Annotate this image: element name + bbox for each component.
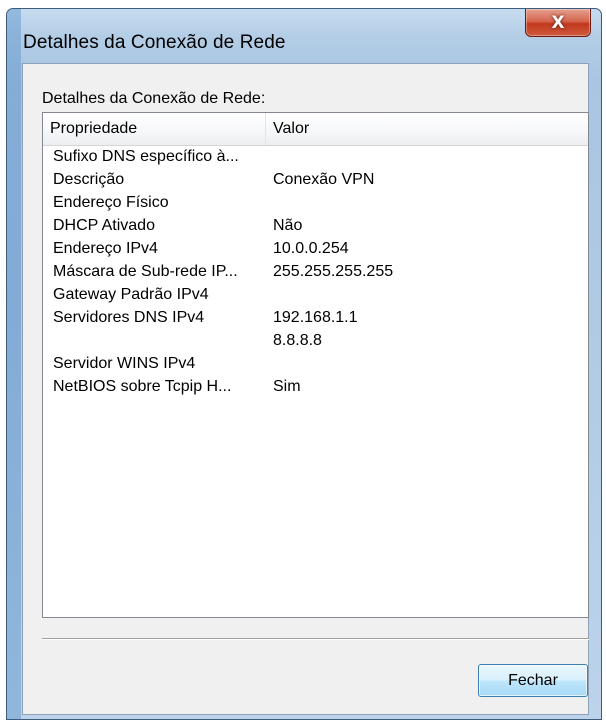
list-row[interactable]: Servidores DNS IPv4 192.168.1.1 (43, 306, 588, 329)
property-cell: Descrição (53, 171, 125, 188)
value-cell: Não (273, 217, 303, 234)
list-row[interactable]: Máscara de Sub-rede IP... 255.255.255.25… (43, 260, 588, 283)
value-cell: 192.168.1.1 (273, 309, 358, 326)
property-cell: Gateway Padrão IPv4 (53, 286, 209, 303)
dialog-window: Detalhes da Conexão de Rede X Detalhes d… (6, 8, 602, 720)
list-row[interactable]: Gateway Padrão IPv4 (43, 283, 588, 306)
list-row[interactable]: NetBIOS sobre Tcpip H... Sim (43, 375, 588, 398)
value-cell: 10.0.0.254 (273, 240, 349, 257)
column-header-value[interactable]: Valor (266, 113, 588, 145)
property-cell: Máscara de Sub-rede IP... (53, 263, 238, 280)
window-title: Detalhes da Conexão de Rede (23, 32, 286, 53)
property-cell: Endereço IPv4 (53, 240, 158, 257)
list-row[interactable]: Servidor WINS IPv4 (43, 352, 588, 375)
property-cell: Servidores DNS IPv4 (53, 309, 205, 326)
property-cell: DHCP Ativado (53, 217, 155, 234)
list-row[interactable]: Endereço Físico (43, 191, 588, 214)
section-label: Detalhes da Conexão de Rede: (42, 90, 266, 107)
list-header: Propriedade Valor (43, 113, 588, 146)
close-window-button[interactable]: X (525, 9, 591, 37)
dialog-content: Detalhes da Conexão de Rede: Propriedade… (22, 63, 589, 715)
column-header-property[interactable]: Propriedade (43, 113, 266, 145)
value-cell: 255.255.255.255 (273, 263, 394, 280)
close-icon: X (551, 12, 565, 33)
property-cell: Sufixo DNS específico à... (53, 148, 239, 165)
list-row[interactable]: Descrição Conexão VPN (43, 168, 588, 191)
list-body: Sufixo DNS específico à... Descrição Con… (43, 145, 588, 398)
title-bar[interactable]: Detalhes da Conexão de Rede X (7, 9, 601, 63)
list-row[interactable]: 8.8.8.8 (43, 329, 588, 352)
value-cell: Sim (273, 378, 301, 395)
separator-line (42, 638, 589, 640)
property-cell: Endereço Físico (53, 194, 169, 211)
close-button[interactable]: Fechar (478, 664, 588, 697)
list-row[interactable]: Sufixo DNS específico à... (43, 145, 588, 168)
property-cell: Servidor WINS IPv4 (53, 355, 196, 372)
value-cell: 8.8.8.8 (273, 332, 322, 349)
property-cell: NetBIOS sobre Tcpip H... (53, 378, 232, 395)
list-row[interactable]: Endereço IPv4 10.0.0.254 (43, 237, 588, 260)
list-row[interactable]: DHCP Ativado Não (43, 214, 588, 237)
details-list[interactable]: Propriedade Valor Sufixo DNS específico … (42, 112, 589, 618)
value-cell: Conexão VPN (273, 171, 375, 188)
